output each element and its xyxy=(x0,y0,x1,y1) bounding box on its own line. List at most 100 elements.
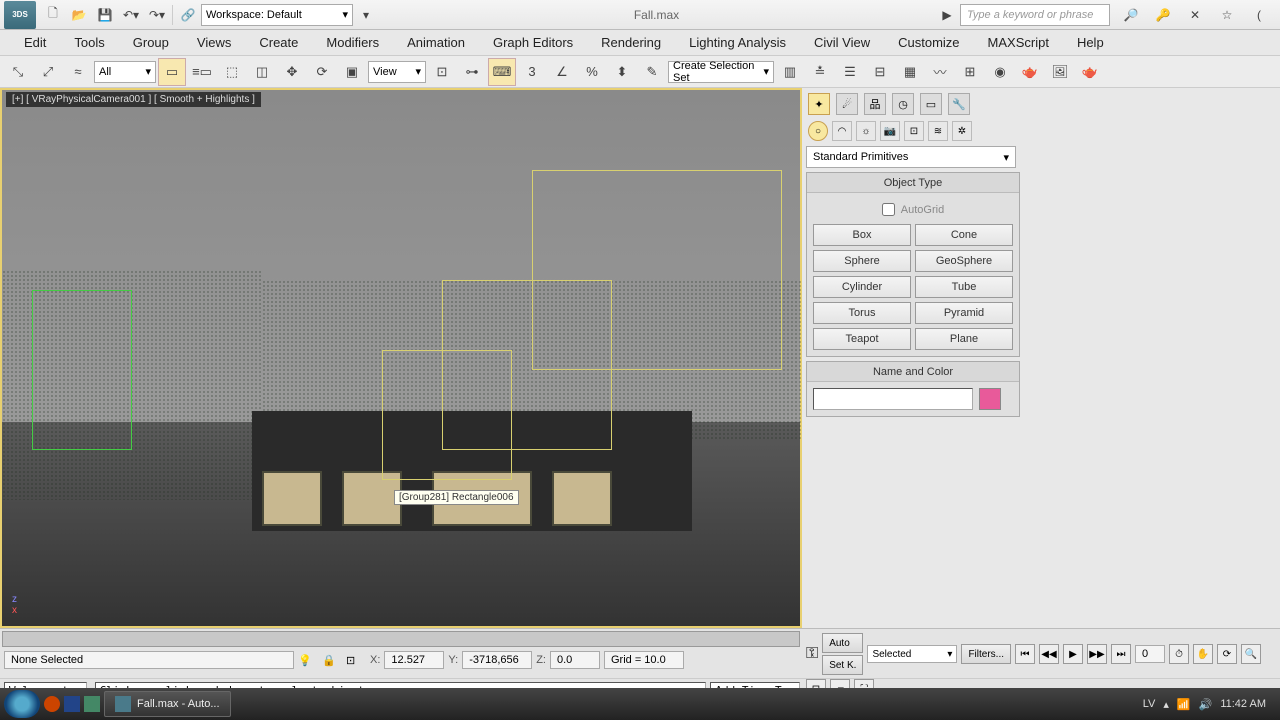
tray-clock[interactable]: 11:42 AM xyxy=(1220,698,1266,710)
z-coord-field[interactable]: 0.0 xyxy=(550,651,600,669)
percent-snap-icon[interactable]: % xyxy=(578,58,606,86)
schematic-icon[interactable]: ⊞ xyxy=(956,58,984,86)
object-color-swatch[interactable] xyxy=(979,388,1001,410)
spacewarps-icon[interactable]: ≋ xyxy=(928,121,948,141)
menu-edit[interactable]: Edit xyxy=(10,31,60,54)
layers-icon[interactable]: ☰ xyxy=(836,58,864,86)
material-editor-icon[interactable]: ◉ xyxy=(986,58,1014,86)
angle-snap-icon[interactable]: ∠ xyxy=(548,58,576,86)
render-frame-icon[interactable]: 🖼 xyxy=(1046,58,1074,86)
menu-animation[interactable]: Animation xyxy=(393,31,479,54)
named-selection-dropdown[interactable]: Create Selection Set▾ xyxy=(668,61,774,83)
category-dropdown[interactable]: Standard Primitives▾ xyxy=(806,146,1016,168)
autogrid-checkbox[interactable] xyxy=(882,203,895,216)
manipulate-icon[interactable]: ⊶ xyxy=(458,58,486,86)
taskbar-pinned-icon[interactable] xyxy=(84,696,100,712)
tray-network-icon[interactable]: 📶 xyxy=(1177,698,1191,711)
window-crossing-icon[interactable]: ◫ xyxy=(248,58,276,86)
prev-frame-icon[interactable]: ◀◀ xyxy=(1039,644,1059,664)
display-tab-icon[interactable]: ▭ xyxy=(920,93,942,115)
motion-tab-icon[interactable]: ◷ xyxy=(892,93,914,115)
key-icon[interactable]: 🔑 xyxy=(1150,2,1176,28)
primitive-plane-button[interactable]: Plane xyxy=(915,328,1013,350)
next-frame-icon[interactable]: ▶▶ xyxy=(1087,644,1107,664)
workspace-dropdown[interactable]: Workspace: Default▾ xyxy=(201,4,353,26)
tray-flag-icon[interactable]: ▴ xyxy=(1163,698,1169,711)
menu-modifiers[interactable]: Modifiers xyxy=(312,31,393,54)
new-icon[interactable]: 🗋 xyxy=(40,2,66,28)
tray-lang[interactable]: LV xyxy=(1143,698,1156,710)
orbit-icon[interactable]: ⟳ xyxy=(1217,644,1237,664)
start-button[interactable] xyxy=(4,690,40,718)
hierarchy-tab-icon[interactable]: 品 xyxy=(864,93,886,115)
lock-selection-icon[interactable]: 💡 xyxy=(298,654,318,667)
menu-help[interactable]: Help xyxy=(1063,31,1118,54)
pan-icon[interactable]: ✋ xyxy=(1193,644,1213,664)
select-by-name-icon[interactable]: ≡▭ xyxy=(188,58,216,86)
lock-icon[interactable]: 🔒 xyxy=(322,654,342,667)
primitive-box-button[interactable]: Box xyxy=(813,224,911,246)
rollup-header-name-color[interactable]: Name and Color xyxy=(807,362,1019,382)
spinner-snap-icon[interactable]: ⬍ xyxy=(608,58,636,86)
render-icon[interactable]: 🫖 xyxy=(1076,58,1104,86)
y-coord-field[interactable]: -3718,656 xyxy=(462,651,532,669)
utilities-tab-icon[interactable]: 🔧 xyxy=(948,93,970,115)
app-icon[interactable]: 3DS xyxy=(4,1,36,29)
viewport[interactable]: [+] [ VRayPhysicalCamera001 ] [ Smooth +… xyxy=(0,88,802,628)
menu-create[interactable]: Create xyxy=(245,31,312,54)
help-search-input[interactable]: Type a keyword or phrase xyxy=(960,4,1110,26)
time-config-icon[interactable]: ⏱ xyxy=(1169,644,1189,664)
move-icon[interactable]: ✥ xyxy=(278,58,306,86)
align-icon[interactable]: ≛ xyxy=(806,58,834,86)
primitive-tube-button[interactable]: Tube xyxy=(915,276,1013,298)
helpers-icon[interactable]: ⊡ xyxy=(904,121,924,141)
isolate-icon[interactable]: ⊡ xyxy=(346,654,366,667)
object-name-input[interactable] xyxy=(813,388,973,410)
help-icon[interactable]: ( xyxy=(1246,2,1272,28)
key-filter-dropdown[interactable]: Selected▾ xyxy=(867,645,957,663)
binoculars-icon[interactable]: 🔎 xyxy=(1118,2,1144,28)
rectangular-region-icon[interactable]: ⬚ xyxy=(218,58,246,86)
taskbar-3dsmax-item[interactable]: Fall.max - Auto... xyxy=(104,691,231,717)
ref-coord-dropdown[interactable]: View▾ xyxy=(368,61,426,83)
scale-icon[interactable]: ▣ xyxy=(338,58,366,86)
curve-editor-icon[interactable]: 〰 xyxy=(926,58,954,86)
select-link-icon[interactable]: ⤡ xyxy=(4,58,32,86)
cameras-icon[interactable]: 📷 xyxy=(880,121,900,141)
shapes-icon[interactable]: ◠ xyxy=(832,121,852,141)
menu-views[interactable]: Views xyxy=(183,31,245,54)
primitive-cone-button[interactable]: Cone xyxy=(915,224,1013,246)
mirror-icon[interactable]: ▥ xyxy=(776,58,804,86)
primitive-geosphere-button[interactable]: GeoSphere xyxy=(915,250,1013,272)
set-key-button[interactable]: Set K. xyxy=(822,655,863,675)
link-icon[interactable]: 🔗 xyxy=(175,2,201,28)
rotate-icon[interactable]: ⟳ xyxy=(308,58,336,86)
pivot-icon[interactable]: ⊡ xyxy=(428,58,456,86)
open-icon[interactable]: 📂 xyxy=(66,2,92,28)
favorite-icon[interactable]: ☆ xyxy=(1214,2,1240,28)
zoom-icon[interactable]: 🔍 xyxy=(1241,644,1261,664)
snap-toggle-icon[interactable]: 3 xyxy=(518,58,546,86)
primitive-torus-button[interactable]: Torus xyxy=(813,302,911,324)
rollup-header-object-type[interactable]: Object Type xyxy=(807,173,1019,193)
keyboard-shortcut-icon[interactable]: ⌨ xyxy=(488,58,516,86)
render-setup-icon[interactable]: 🫖 xyxy=(1016,58,1044,86)
key-filters-button[interactable]: Filters... xyxy=(961,644,1011,664)
tray-volume-icon[interactable]: 🔊 xyxy=(1199,698,1213,711)
undo-icon[interactable]: ↶▾ xyxy=(118,2,144,28)
menu-lighting-analysis[interactable]: Lighting Analysis xyxy=(675,31,800,54)
exchange-icon[interactable]: ✕ xyxy=(1182,2,1208,28)
menu-rendering[interactable]: Rendering xyxy=(587,31,675,54)
selection-filter-dropdown[interactable]: All▾ xyxy=(94,61,156,83)
menu-maxscript[interactable]: MAXScript xyxy=(974,31,1063,54)
auto-key-button[interactable]: Auto xyxy=(822,633,863,653)
primitive-cylinder-button[interactable]: Cylinder xyxy=(813,276,911,298)
key-mode-icon[interactable]: ⚿ xyxy=(806,645,818,663)
goto-end-icon[interactable]: ⏭ xyxy=(1111,644,1131,664)
systems-icon[interactable]: ✲ xyxy=(952,121,972,141)
geometry-icon[interactable]: ○ xyxy=(808,121,828,141)
primitive-sphere-button[interactable]: Sphere xyxy=(813,250,911,272)
menu-graph-editors[interactable]: Graph Editors xyxy=(479,31,587,54)
modify-tab-icon[interactable]: ☄ xyxy=(836,93,858,115)
redo-icon[interactable]: ↷▾ xyxy=(144,2,170,28)
